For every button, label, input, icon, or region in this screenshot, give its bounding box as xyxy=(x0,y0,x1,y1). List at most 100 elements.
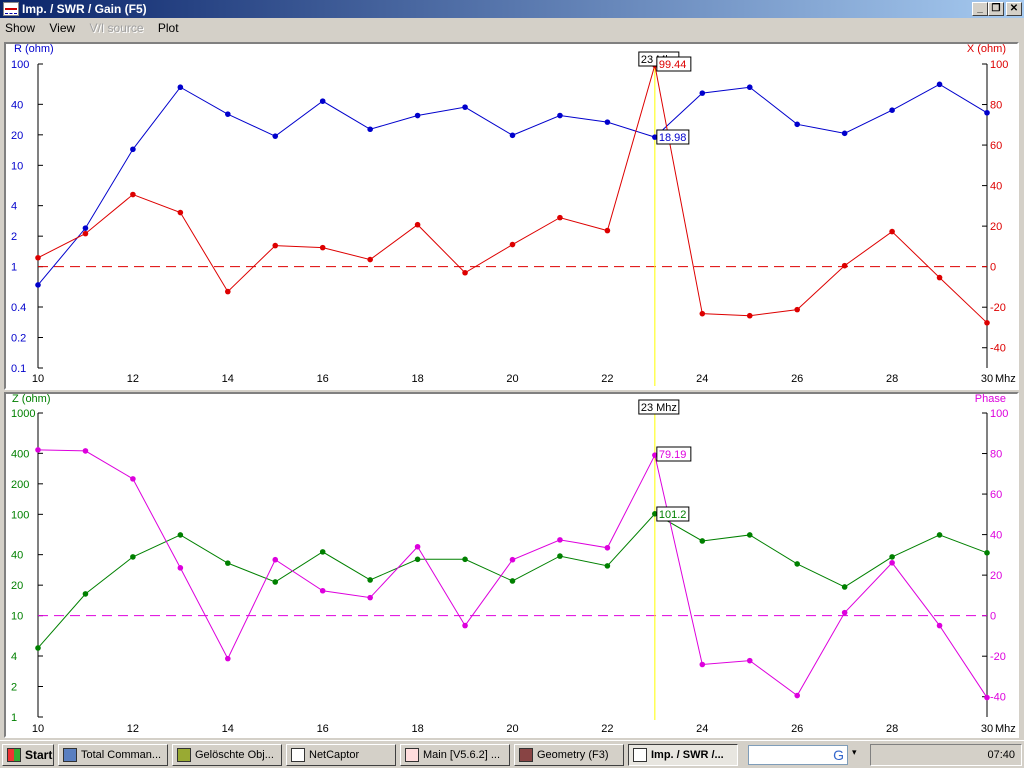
taskbar-item-deleted-objects[interactable]: Gelöschte Obj... xyxy=(172,744,282,766)
x-tick-label: 10 xyxy=(32,723,44,735)
data-point xyxy=(367,577,373,583)
x-tick-label: 28 xyxy=(886,723,898,735)
data-point xyxy=(462,556,468,563)
data-point xyxy=(794,561,800,567)
data-point xyxy=(319,587,326,594)
data-point xyxy=(509,132,516,139)
data-point xyxy=(272,242,279,249)
left-tick-label: 4 xyxy=(11,651,17,663)
right-tick-label: 0 xyxy=(990,262,996,274)
x-tick-label: 14 xyxy=(222,723,234,735)
data-point xyxy=(746,532,753,538)
taskbar-item-netcaptor[interactable]: NetCaptor xyxy=(286,744,396,766)
right-tick-label: 80 xyxy=(990,449,1002,461)
data-point xyxy=(82,230,89,237)
left-tick-label: 1000 xyxy=(11,408,35,420)
left-axis-label: Z (ohm) xyxy=(12,393,51,405)
data-point xyxy=(367,256,373,263)
data-point xyxy=(319,98,326,104)
right-tick-label: 20 xyxy=(990,221,1002,233)
right-tick-label: 20 xyxy=(990,570,1002,582)
data-point xyxy=(177,532,184,538)
left-tick-label: 2 xyxy=(11,231,17,243)
left-tick-label: 20 xyxy=(11,580,23,592)
data-point xyxy=(35,254,41,261)
left-tick-label: 100 xyxy=(11,59,29,71)
right-tick-label: 100 xyxy=(990,408,1008,420)
data-point xyxy=(414,221,421,228)
data-point xyxy=(889,107,895,114)
clock: 07:40 xyxy=(987,749,1015,761)
x-tick-label: 10 xyxy=(32,373,44,385)
x-tick-label: 14 xyxy=(222,373,234,385)
charts: R (ohm) X (ohm)1004020104210.40.20.110080… xyxy=(11,43,1016,735)
system-tray: 07:40 xyxy=(870,744,1022,766)
data-point xyxy=(841,262,848,269)
x-tick-label: 16 xyxy=(317,723,329,735)
data-point xyxy=(841,130,848,137)
search-dropdown-icon[interactable]: ▾ xyxy=(852,747,857,758)
taskbar-item-imp-swr[interactable]: Imp. / SWR /... xyxy=(628,744,738,766)
data-point xyxy=(794,121,800,128)
data-point xyxy=(82,448,89,454)
right-tick-label: 40 xyxy=(990,181,1002,193)
data-point xyxy=(746,312,753,319)
data-point xyxy=(699,310,706,317)
data-point xyxy=(936,622,943,629)
data-point xyxy=(130,146,136,153)
left-tick-label: 40 xyxy=(11,99,23,111)
right-tick-label: 60 xyxy=(990,140,1002,152)
data-point xyxy=(225,655,231,662)
right-tick-label: -20 xyxy=(990,651,1006,663)
data-point xyxy=(984,694,990,701)
left-tick-label: 100 xyxy=(11,509,29,521)
x-tick-label: 12 xyxy=(127,373,139,385)
left-tick-label: 1 xyxy=(11,712,17,724)
data-point xyxy=(462,269,468,276)
x-tick-label: 26 xyxy=(791,723,803,735)
data-point xyxy=(272,133,279,139)
taskbar: Start Total Comman... Gelöschte Obj... N… xyxy=(0,740,1024,768)
data-point xyxy=(794,692,800,699)
right-tick-label: 60 xyxy=(990,489,1002,501)
google-search-box[interactable]: G xyxy=(748,745,848,765)
cursor-readout-primary: 101.2 xyxy=(659,509,687,521)
data-point xyxy=(746,84,753,91)
data-point xyxy=(699,90,706,96)
data-point xyxy=(177,84,184,91)
data-point xyxy=(35,645,41,651)
data-point xyxy=(604,544,611,551)
right-tick-label: -20 xyxy=(990,302,1006,314)
series-line xyxy=(37,83,988,286)
right-tick-label: 100 xyxy=(990,59,1008,71)
right-tick-label: 80 xyxy=(990,100,1002,112)
taskbar-item-total-commander[interactable]: Total Comman... xyxy=(58,744,168,766)
data-point xyxy=(984,320,990,326)
data-point xyxy=(509,556,516,563)
taskbar-item-geometry[interactable]: Geometry (F3) xyxy=(514,744,624,766)
taskbar-item-main[interactable]: Main [V5.6.2] ... xyxy=(400,744,510,766)
geometry-icon xyxy=(519,748,533,762)
data-point xyxy=(936,81,943,88)
antenna-icon xyxy=(405,748,419,762)
start-label: Start xyxy=(25,748,53,762)
x-tick-label: 28 xyxy=(886,373,898,385)
x-tick-label: 20 xyxy=(506,723,518,735)
left-tick-label: 0.1 xyxy=(11,363,26,375)
data-point xyxy=(557,537,563,543)
app-chart-icon xyxy=(633,748,647,762)
left-tick-label: 2 xyxy=(11,681,17,693)
data-point xyxy=(367,126,373,133)
taskbar-label: Geometry (F3) xyxy=(537,749,609,761)
left-tick-label: 40 xyxy=(11,550,23,562)
data-point xyxy=(699,538,706,544)
left-tick-label: 10 xyxy=(11,160,23,172)
x-tick-label: 22 xyxy=(601,723,613,735)
data-point xyxy=(82,225,89,231)
data-point xyxy=(604,227,611,234)
data-point xyxy=(177,209,184,216)
left-tick-label: 4 xyxy=(11,201,17,213)
x-tick-label: 30 xyxy=(981,723,993,735)
data-point xyxy=(414,556,421,563)
start-button[interactable]: Start xyxy=(2,744,54,766)
